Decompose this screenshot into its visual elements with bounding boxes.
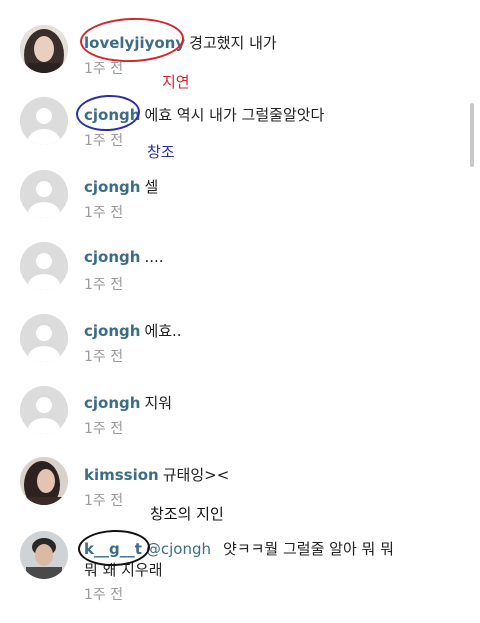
annotation-changjo-friend: 창조의 지인 <box>150 505 224 523</box>
comment-mention[interactable]: @cjongh <box>146 540 211 558</box>
annotation-changjo: 창조 <box>147 143 175 161</box>
user-avatar[interactable] <box>20 531 68 579</box>
comment-time: 1주 전 <box>84 587 124 603</box>
annotation-jiyeon: 지연 <box>162 73 190 91</box>
comment-text: 얏ㅋㅋ뭘 그럴줄 알아 뭐 뭐 <box>223 540 394 558</box>
comment-item: k__g__t @cjongh 얏ㅋㅋ뭘 그럴줄 알아 뭐 뭐 뭐 왜 지우래 1주… <box>0 0 470 623</box>
scrollbar-thumb[interactable] <box>470 103 474 167</box>
